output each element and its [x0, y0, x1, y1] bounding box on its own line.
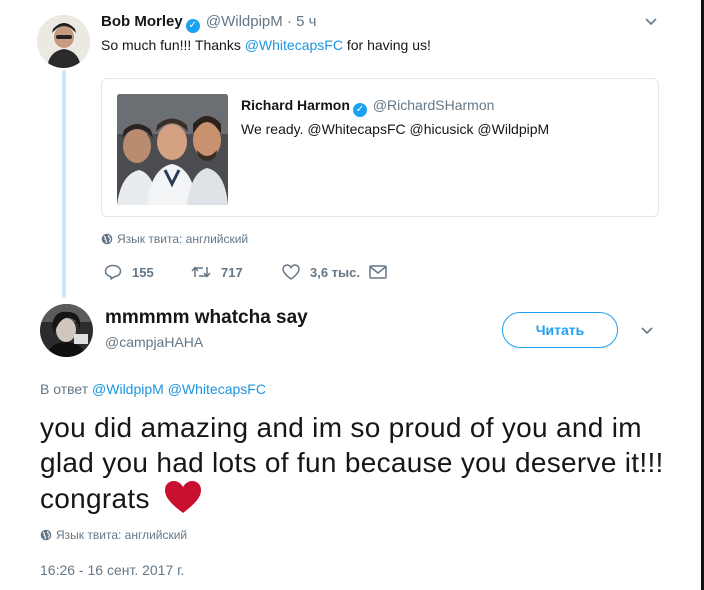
tweet-language-note: Язык твита: английский	[101, 232, 248, 246]
retweet-icon	[191, 266, 211, 278]
quoted-tweet-header: Richard Harmon ✓ @RichardSHarmon	[241, 97, 494, 117]
author-name[interactable]: Bob Morley	[101, 13, 183, 30]
campjahaha-avatar[interactable]	[40, 304, 93, 357]
quoted-tweet-text: We ready. @WhitecapsFC @hicusick @Wildpi…	[241, 121, 550, 137]
reply-author-name[interactable]: mmmmm whatcha say	[105, 307, 308, 329]
bob-morley-avatar[interactable]	[37, 15, 90, 68]
reply-icon	[104, 264, 122, 280]
globe-icon	[40, 529, 52, 541]
globe-icon	[101, 233, 113, 245]
reply-author-handle[interactable]: @campjaHAHA	[105, 334, 203, 350]
quoted-tweet-card[interactable]: Richard Harmon ✓ @RichardSHarmon We ready…	[101, 78, 659, 217]
quoted-author-handle[interactable]: @RichardSHarmon	[373, 97, 495, 113]
tweet-time[interactable]: · 5 ч	[287, 13, 317, 30]
reply-count: 155	[132, 264, 154, 280]
mention-link[interactable]: @WhitecapsFC	[245, 37, 343, 53]
retweet-count: 717	[221, 264, 243, 280]
thread-line	[62, 70, 66, 298]
like-icon	[282, 264, 300, 280]
chevron-down-icon[interactable]	[644, 15, 658, 29]
direct-message-icon	[369, 265, 387, 279]
reply-timestamp[interactable]: 16:26 - 16 сент. 2017 г.	[40, 562, 184, 578]
follow-button[interactable]: Читать	[502, 312, 618, 348]
reply-text-body: you did amazing and im so proud of you a…	[40, 412, 664, 514]
reply-text: you did amazing and im so proud of you a…	[40, 410, 680, 516]
in-reply-prefix: В ответ	[40, 381, 89, 397]
direct-message-action[interactable]	[369, 262, 387, 282]
tweet-text-part: So much fun!!! Thanks	[101, 37, 245, 53]
in-reply-to: В ответ @WildpipM @WhitecapsFC	[40, 381, 266, 397]
tweet-text-part: for having us!	[342, 37, 431, 53]
like-count: 3,6 тыс.	[310, 264, 360, 280]
in-reply-mentions[interactable]: @WildpipM @WhitecapsFC	[92, 381, 266, 397]
reply-language-note: Язык твита: английский	[40, 528, 187, 542]
author-handle[interactable]: @WildpipM	[206, 13, 283, 30]
tweet-header: Bob Morley ✓ @WildpipM · 5 ч	[101, 13, 316, 33]
chevron-down-icon[interactable]	[640, 324, 654, 338]
quoted-author-name[interactable]: Richard Harmon	[241, 97, 350, 113]
reply-action[interactable]: 155	[104, 262, 154, 282]
verified-badge-icon: ✓	[185, 19, 200, 33]
language-note-text: Язык твита: английский	[56, 528, 188, 542]
language-note-text: Язык твита: английский	[117, 232, 249, 246]
like-action[interactable]: 3,6 тыс.	[282, 262, 360, 282]
tweet-text: So much fun!!! Thanks @WhitecapsFC for h…	[101, 37, 431, 53]
retweet-action[interactable]: 717	[191, 262, 243, 282]
heart-emoji	[164, 481, 201, 513]
verified-badge-icon: ✓	[352, 103, 367, 117]
quoted-tweet-image[interactable]	[117, 94, 228, 205]
